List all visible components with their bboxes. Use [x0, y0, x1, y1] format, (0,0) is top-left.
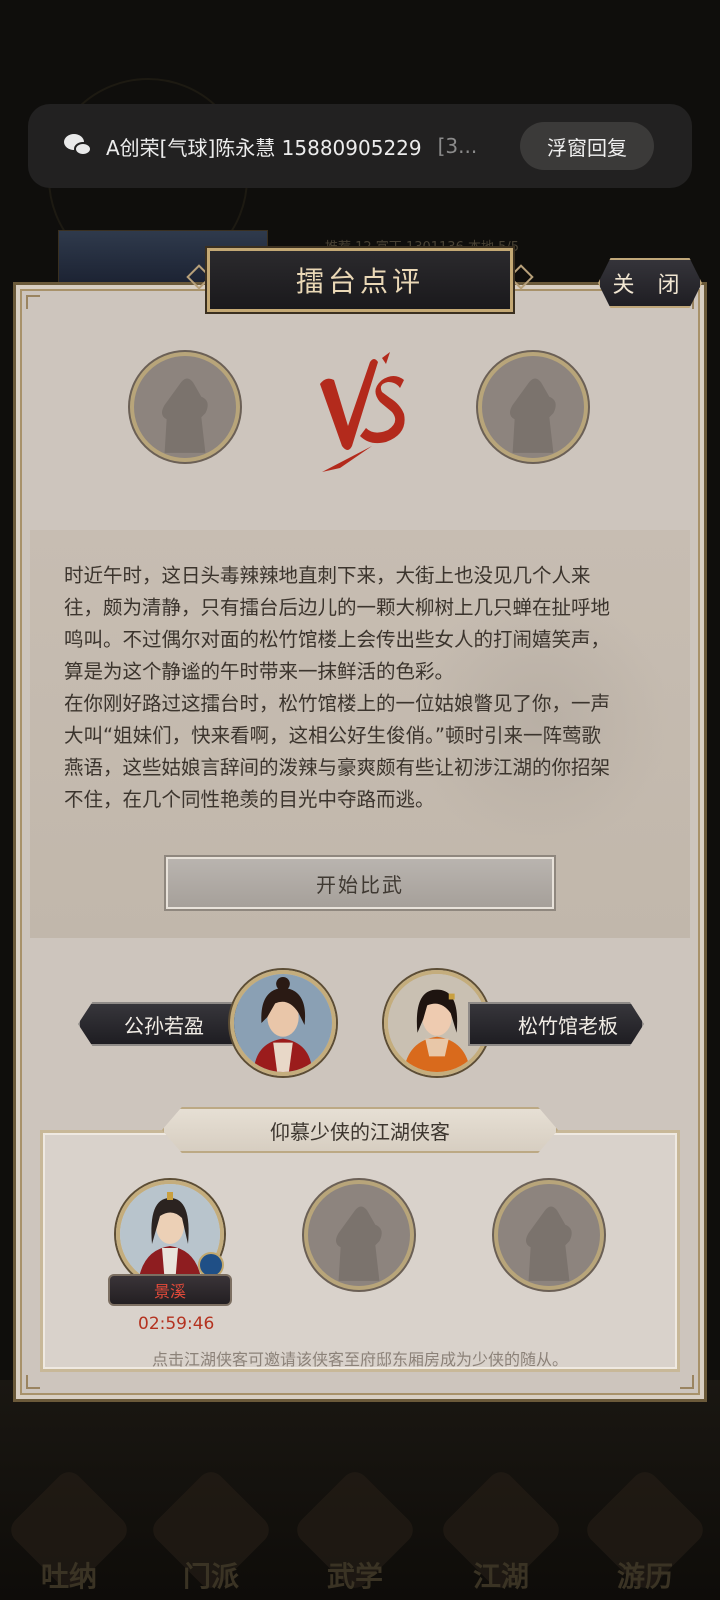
nav-label: 门派 — [182, 1560, 239, 1593]
floating-reply-button[interactable]: 浮窗回复 — [520, 122, 654, 170]
admirers-title: 仰慕少侠的江湖侠客 — [162, 1107, 558, 1153]
story-line: 时近午时，这日头毒辣辣地直刺下来，大街上也没见几个人来 — [64, 564, 591, 587]
start-duel-button[interactable]: 开始比武 — [166, 857, 554, 909]
notification-message: A创荣[气球]陈永慧 15880905229 — [106, 135, 422, 160]
female-fighter-image — [234, 974, 332, 1072]
opponent-left-avatar[interactable] — [130, 352, 240, 462]
message-notification[interactable]: A创荣[气球]陈永慧 15880905229 [3... 浮窗回复 — [28, 104, 692, 188]
nav-label: 江湖 — [472, 1560, 529, 1593]
silhouette-icon — [509, 378, 556, 453]
silhouette-icon — [335, 1206, 382, 1281]
story-line: 大叫“姐妹们，快来看啊，这相公好生俊俏。”顿时引来一阵莺歌 — [64, 724, 601, 747]
notification-more: [3... — [437, 134, 478, 158]
admirer-empty-slot[interactable] — [494, 1180, 604, 1290]
nav-item-tuna[interactable]: 吐纳 — [5, 1466, 133, 1595]
opponent-right-avatar[interactable] — [478, 352, 588, 462]
wechat-icon — [64, 134, 94, 158]
story-line: 往，颇为清静，只有擂台后边儿的一颗大柳树上几只蝉在扯呼地 — [64, 596, 611, 619]
story-line: 燕语，这些姑娘言辞间的泼辣与豪爽颇有些让初涉江湖的你招架 — [64, 756, 611, 779]
admirer-nameplate: 景溪 — [108, 1274, 232, 1306]
close-button[interactable]: 关 闭 — [598, 258, 702, 308]
story-line: 在你刚好路过这擂台时，松竹馆楼上的一位姑娘瞥见了你，一声 — [64, 692, 611, 715]
admirer-hint: 点击江湖侠客可邀请该侠客至府邸东厢房成为少侠的随从。 — [151, 1350, 568, 1369]
nav-item-wuxue[interactable]: 武学 — [291, 1466, 419, 1595]
story-line: 不住，在几个同性艳羡的目光中夺路而逃。 — [64, 788, 435, 811]
nav-item-menpai[interactable]: 门派 — [147, 1466, 275, 1595]
admirer-empty-slot[interactable] — [304, 1180, 414, 1290]
story-line: 鸣叫。不过偶尔对面的松竹馆楼上会传出些女人的打闹嬉笑声， — [64, 628, 611, 651]
fighter-right-nameplate: 松竹馆老板 — [468, 1002, 644, 1046]
story-line: 算是为这个静谧的午时带来一抹鲜活的色彩。 — [64, 660, 455, 683]
vs-icon — [320, 352, 405, 472]
nav-item-youli[interactable]: 游历 — [581, 1466, 709, 1595]
silhouette-icon — [161, 378, 208, 453]
nav-label: 吐纳 — [40, 1560, 97, 1593]
fighter-left-portrait[interactable] — [230, 970, 336, 1076]
story-text: 时近午时，这日头毒辣辣地直刺下来，大街上也没见几个人来 往，颇为清静，只有擂台后… — [64, 560, 658, 816]
nav-label: 游历 — [616, 1560, 673, 1593]
admirer-timer: 02:59:46 — [138, 1314, 215, 1334]
nav-item-jianghu[interactable]: 江湖 — [437, 1466, 565, 1595]
silhouette-icon — [525, 1206, 572, 1281]
dialog-title: 擂台点评 — [207, 248, 513, 312]
nav-label: 武学 — [326, 1560, 383, 1593]
